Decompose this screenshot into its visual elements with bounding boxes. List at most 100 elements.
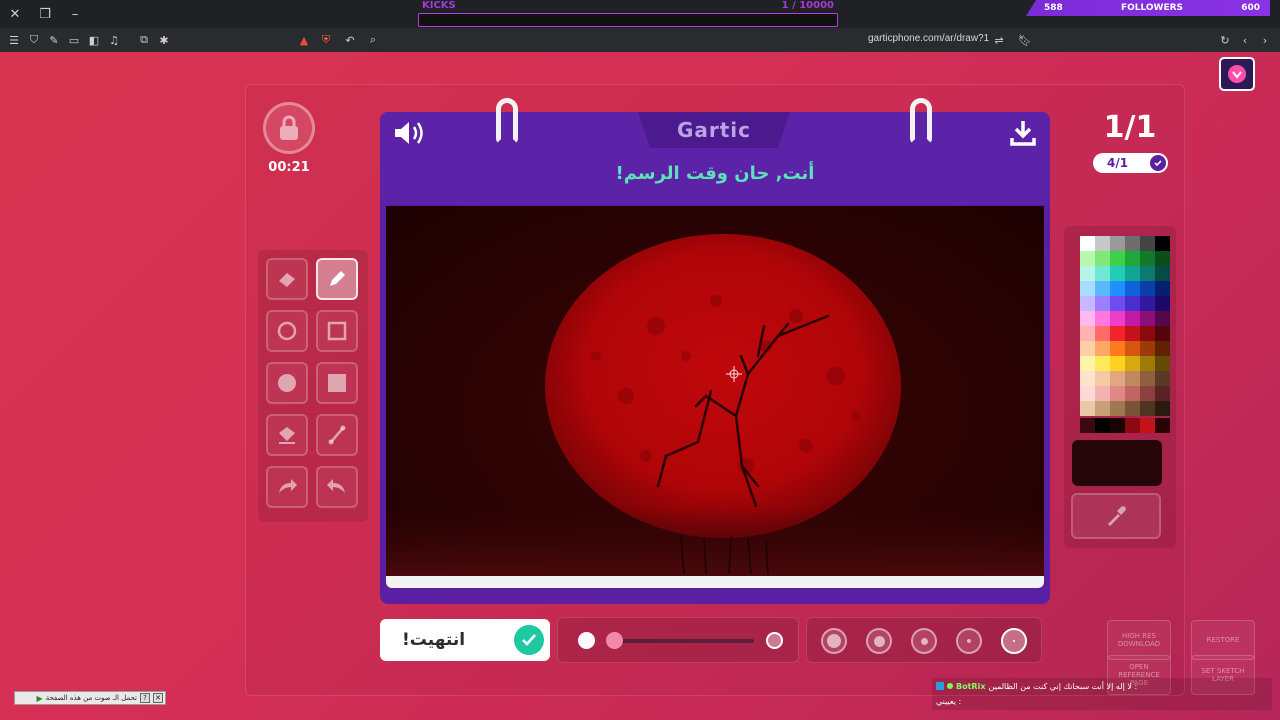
brush-size-lg[interactable]: [866, 628, 892, 654]
restore-window-icon[interactable]: ❐: [30, 0, 60, 28]
color-swatch[interactable]: [1080, 401, 1095, 416]
undo-icon[interactable]: ↶: [340, 30, 360, 50]
color-swatch[interactable]: [1140, 296, 1155, 311]
color-swatch[interactable]: [1080, 236, 1095, 251]
color-swatch[interactable]: [1080, 356, 1095, 371]
drawing-canvas[interactable]: [386, 206, 1044, 576]
brush-size-md[interactable]: [911, 628, 937, 654]
color-swatch[interactable]: [1125, 266, 1140, 281]
color-swatch[interactable]: [1125, 251, 1140, 266]
brush-size-sm[interactable]: [956, 628, 982, 654]
color-swatch[interactable]: [1095, 236, 1110, 251]
color-swatch[interactable]: [1140, 236, 1155, 251]
recent-color-swatch[interactable]: [1140, 418, 1155, 433]
tabs-icon[interactable]: ▭: [64, 30, 84, 50]
download-icon[interactable]: [1008, 118, 1038, 148]
rectangle-outline-tool[interactable]: [316, 310, 358, 352]
forward-icon[interactable]: ›: [1255, 30, 1275, 50]
color-swatch[interactable]: [1080, 326, 1095, 341]
screenshot-icon[interactable]: ⧉: [134, 30, 154, 50]
color-swatch[interactable]: [1140, 371, 1155, 386]
color-swatch[interactable]: [1110, 356, 1125, 371]
color-swatch[interactable]: [1110, 251, 1125, 266]
color-swatch[interactable]: [1155, 386, 1170, 401]
color-swatch[interactable]: [1080, 251, 1095, 266]
color-swatch[interactable]: [1110, 401, 1125, 416]
color-swatch[interactable]: [1095, 311, 1110, 326]
recent-color-swatch[interactable]: [1155, 418, 1170, 433]
color-swatch[interactable]: [1155, 236, 1170, 251]
color-swatch[interactable]: [1125, 371, 1140, 386]
color-swatch[interactable]: [1140, 386, 1155, 401]
color-swatch[interactable]: [1140, 266, 1155, 281]
shield-icon[interactable]: ⛉: [24, 30, 44, 50]
color-swatch[interactable]: [1110, 386, 1125, 401]
back-icon[interactable]: ‹: [1235, 30, 1255, 50]
zoom-icon[interactable]: ⌕: [363, 30, 383, 50]
opacity-slider-track[interactable]: [614, 639, 754, 643]
color-swatch[interactable]: [1125, 386, 1140, 401]
menu-icon[interactable]: ☰: [4, 30, 24, 50]
site-settings-icon[interactable]: ⇌: [989, 30, 1009, 50]
play-icon[interactable]: ▶: [37, 694, 43, 703]
recent-color-swatch[interactable]: [1125, 418, 1140, 433]
done-button[interactable]: انتهيت!: [380, 619, 550, 661]
color-swatch[interactable]: [1140, 341, 1155, 356]
pin-icon[interactable]: ✎: [44, 30, 64, 50]
color-swatch[interactable]: [1125, 296, 1140, 311]
color-swatch[interactable]: [1095, 281, 1110, 296]
redo-tool[interactable]: [266, 466, 308, 508]
color-swatch[interactable]: [1095, 266, 1110, 281]
color-swatch[interactable]: [1125, 311, 1140, 326]
recent-color-swatch[interactable]: [1080, 418, 1095, 433]
color-swatch[interactable]: [1080, 281, 1095, 296]
color-swatch[interactable]: [1155, 251, 1170, 266]
recent-color-swatch[interactable]: [1110, 418, 1125, 433]
color-swatch[interactable]: [1095, 341, 1110, 356]
color-swatch[interactable]: [1095, 326, 1110, 341]
color-swatch[interactable]: [1095, 371, 1110, 386]
color-swatch[interactable]: [1080, 371, 1095, 386]
extension-badge-icon[interactable]: [1219, 57, 1255, 91]
fill-bucket-tool[interactable]: [266, 414, 308, 456]
brush-size-xs[interactable]: [1001, 628, 1027, 654]
color-swatch[interactable]: [1095, 386, 1110, 401]
warning-icon[interactable]: ▲: [294, 30, 314, 50]
eyedropper-button[interactable]: [1071, 493, 1161, 539]
color-swatch[interactable]: [1110, 341, 1125, 356]
color-swatch[interactable]: [1095, 401, 1110, 416]
color-swatch[interactable]: [1155, 326, 1170, 341]
color-swatch[interactable]: [1110, 311, 1125, 326]
ellipse-outline-tool[interactable]: [266, 310, 308, 352]
color-swatch[interactable]: [1080, 386, 1095, 401]
color-swatch[interactable]: [1155, 296, 1170, 311]
color-swatch[interactable]: [1110, 236, 1125, 251]
color-swatch[interactable]: [1125, 356, 1140, 371]
color-swatch[interactable]: [1125, 341, 1140, 356]
undo-tool[interactable]: [316, 466, 358, 508]
color-swatch[interactable]: [1140, 281, 1155, 296]
color-swatch[interactable]: [1095, 296, 1110, 311]
help-icon[interactable]: ?: [140, 693, 150, 703]
sidebar-icon[interactable]: ◧: [84, 30, 104, 50]
eraser-tool[interactable]: [266, 258, 308, 300]
color-swatch[interactable]: [1095, 251, 1110, 266]
brave-shield-icon[interactable]: ⛨: [316, 30, 336, 50]
color-swatch[interactable]: [1095, 356, 1110, 371]
color-swatch[interactable]: [1155, 266, 1170, 281]
line-tool[interactable]: [316, 414, 358, 456]
brush-size-xl[interactable]: [821, 628, 847, 654]
close-window-icon[interactable]: ✕: [0, 0, 30, 28]
color-swatch[interactable]: [1110, 326, 1125, 341]
color-swatch[interactable]: [1125, 281, 1140, 296]
color-swatch[interactable]: [1080, 341, 1095, 356]
color-swatch[interactable]: [1155, 371, 1170, 386]
color-swatch[interactable]: [1080, 266, 1095, 281]
extensions-icon[interactable]: ✱: [154, 30, 174, 50]
color-swatch[interactable]: [1155, 311, 1170, 326]
color-swatch[interactable]: [1080, 311, 1095, 326]
color-swatch[interactable]: [1155, 356, 1170, 371]
color-swatch[interactable]: [1140, 311, 1155, 326]
bookmark-icon[interactable]: 🔖︎: [1015, 30, 1035, 50]
recent-color-swatch[interactable]: [1095, 418, 1110, 433]
